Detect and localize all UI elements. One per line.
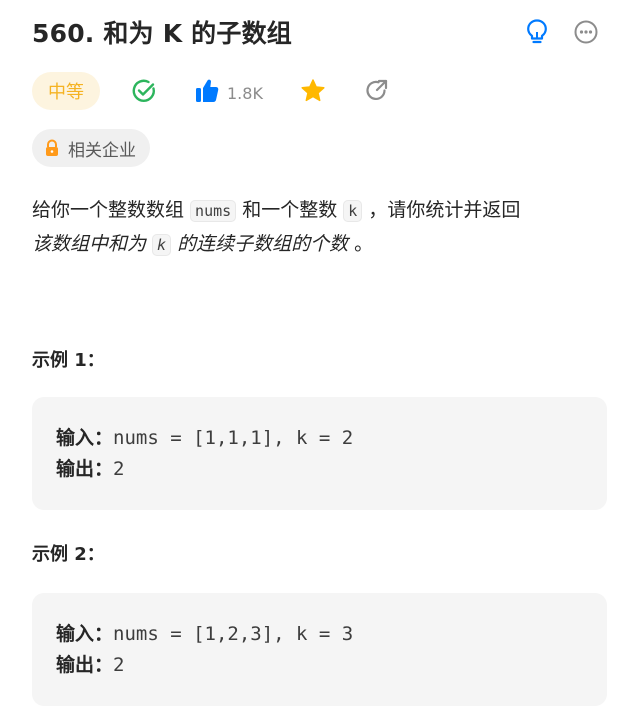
lightbulb-icon[interactable] xyxy=(524,18,550,46)
description-text: 和一个整数 xyxy=(236,199,344,221)
example-input-label: 输入： xyxy=(56,427,114,449)
example-1-block: 输入：nums = [1,1,1], k = 2 输出：2 xyxy=(32,397,607,510)
inline-code-k: k xyxy=(343,200,363,222)
lock-icon xyxy=(44,139,60,157)
more-icon[interactable] xyxy=(573,18,599,46)
thumbs-up-icon xyxy=(195,78,219,108)
check-circle-icon[interactable] xyxy=(131,78,157,104)
example-input-value: nums = [1,1,1], k = 2 xyxy=(113,427,354,449)
description-text: ，请你统计并返回 xyxy=(362,199,521,221)
description-emphasis: 的连续子数组的个数 xyxy=(171,233,349,255)
example-input-value: nums = [1,2,3], k = 3 xyxy=(113,623,354,645)
example-2-block: 输入：nums = [1,2,3], k = 3 输出：2 xyxy=(32,593,607,706)
inline-code-nums: nums xyxy=(190,200,237,222)
example-output-value: 2 xyxy=(113,458,125,480)
related-companies-label: 相关企业 xyxy=(68,140,136,161)
description-text: 。 xyxy=(348,233,374,255)
description-emphasis: 该数组中和为 xyxy=(32,233,153,255)
example-output-label: 输出： xyxy=(56,458,114,480)
like-count: 1.8K xyxy=(227,83,263,103)
example-2-title: 示例 2： xyxy=(32,544,105,565)
star-icon[interactable] xyxy=(300,78,326,104)
problem-title: 560. 和为 K 的子数组 xyxy=(32,19,292,48)
inline-code-k: k xyxy=(152,234,172,256)
share-icon[interactable] xyxy=(364,78,390,104)
problem-meta-bar: 中等 1.8K xyxy=(32,72,592,112)
example-input-label: 输入： xyxy=(56,623,114,645)
difficulty-badge: 中等 xyxy=(32,72,100,110)
description-text: 给你一个整数数组 xyxy=(32,199,191,221)
example-output-label: 输出： xyxy=(56,654,114,676)
like-button[interactable]: 1.8K xyxy=(195,78,263,108)
example-1-title: 示例 1： xyxy=(32,350,105,371)
related-companies-tag[interactable]: 相关企业 xyxy=(32,129,150,167)
problem-description: 给你一个整数数组 nums 和一个整数 k ，请你统计并返回 该数组中和为 k … xyxy=(32,194,607,262)
example-output-value: 2 xyxy=(113,654,125,676)
